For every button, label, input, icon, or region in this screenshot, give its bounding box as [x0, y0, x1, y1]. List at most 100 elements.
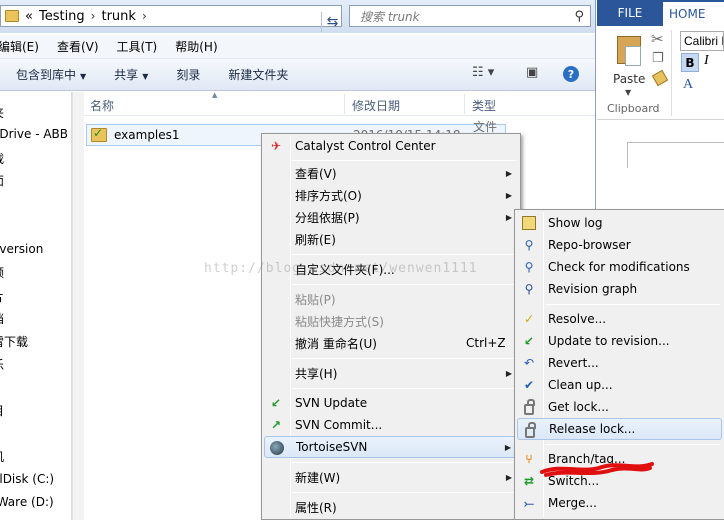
nav-item[interactable]: alDisk (C:): [0, 472, 54, 486]
menu-item-get-lock[interactable]: Get lock...: [517, 396, 722, 418]
menu-item-customize-folder[interactable]: 自定义文件夹(F)...: [264, 258, 518, 280]
menu-divider: [292, 492, 516, 493]
view-options-icon[interactable]: ☷ ▾: [472, 65, 494, 80]
menu-item-switch[interactable]: ⇄ Switch...: [517, 470, 722, 492]
menu-item-label: TortoiseSVN: [296, 440, 368, 454]
breadcrumb-separator[interactable]: ›: [142, 9, 147, 23]
menu-item-clean-up[interactable]: ✔ Clean up...: [517, 374, 722, 396]
format-painter-icon[interactable]: [651, 69, 669, 87]
breadcrumb-testing[interactable]: Testing: [39, 9, 85, 24]
menu-item-revert[interactable]: ↶ Revert...: [517, 352, 722, 374]
nav-scrollbar[interactable]: [72, 92, 84, 520]
menu-item-label: Check for modifications: [548, 260, 690, 274]
menu-divider: [292, 388, 516, 389]
menu-item-check-modifications[interactable]: ⚲ Check for modifications: [517, 256, 722, 278]
menu-item-refresh[interactable]: 刷新(E): [264, 228, 518, 250]
tab-file[interactable]: FILE: [597, 0, 663, 26]
bold-button[interactable]: B: [681, 53, 699, 72]
include-in-library-button[interactable]: 包含到库中 ▼: [16, 66, 86, 83]
svn-commit-icon: ↗: [270, 418, 282, 432]
menu-item-sort[interactable]: 排序方式(O) ▶: [264, 184, 518, 206]
nav-item[interactable]: 雷下载: [0, 333, 28, 350]
tortoisesvn-submenu: Show log ⚲ Repo-browser ⚲ Check for modi…: [514, 209, 724, 520]
menu-edit[interactable]: 编辑(E): [0, 38, 39, 55]
menu-item-merge[interactable]: ⤚ Merge...: [517, 492, 722, 514]
copy-icon[interactable]: ❐: [652, 51, 664, 66]
nav-item[interactable]: 载: [0, 150, 4, 167]
menu-item-share[interactable]: 共享(H) ▶: [264, 362, 518, 384]
nav-item[interactable]: 乐: [0, 356, 4, 373]
menu-item-tortoisesvn[interactable]: TortoiseSVN ▶: [264, 436, 518, 458]
menu-item-svn-commit[interactable]: ↗ SVN Commit...: [264, 414, 518, 436]
nav-item[interactable]: 档: [0, 310, 4, 327]
menu-item-label: Revert...: [548, 356, 599, 370]
menu-item-revision-graph[interactable]: ⚲ Revision graph: [517, 278, 722, 300]
italic-button[interactable]: I: [704, 53, 709, 69]
address-box[interactable]: « Testing › trunk › ⇆: [0, 5, 342, 32]
refresh-icon: ⇆: [326, 14, 339, 30]
menu-item-release-lock[interactable]: Release lock...: [517, 418, 722, 440]
column-divider[interactable]: [344, 94, 345, 114]
cut-icon[interactable]: ✂: [651, 30, 664, 48]
paper-icon: [625, 46, 641, 66]
menu-item-group[interactable]: 分组依据(P) ▶: [264, 206, 518, 228]
menu-item-repo-browser[interactable]: ⚲ Repo-browser: [517, 234, 722, 256]
menu-item-resolve[interactable]: ✓ Resolve...: [517, 308, 722, 330]
menu-item-label: SVN Update: [295, 396, 368, 410]
menu-item-show-log[interactable]: Show log: [517, 212, 722, 234]
column-name[interactable]: 名称: [90, 97, 114, 114]
menu-item-catalyst[interactable]: ✈ Catalyst Control Center: [264, 135, 518, 157]
branch-icon: ⑂: [525, 452, 533, 466]
nav-item[interactable]: 目: [0, 402, 4, 419]
menu-tools[interactable]: 工具(T): [117, 38, 158, 55]
paste-button[interactable]: Paste ▼: [611, 32, 651, 102]
search-icon[interactable]: ⚲: [574, 9, 584, 24]
menu-item-update-to-revision[interactable]: ↙ Update to revision...: [517, 330, 722, 352]
column-divider[interactable]: [464, 94, 465, 114]
help-icon[interactable]: ?: [563, 66, 579, 82]
share-button[interactable]: 共享 ▼: [114, 66, 148, 83]
preview-pane-icon[interactable]: ▣: [526, 65, 538, 80]
nav-item[interactable]: 频: [0, 264, 4, 281]
check-modifications-icon: ⚲: [524, 260, 534, 274]
nav-item[interactable]: tWare (D:): [0, 495, 54, 509]
nav-item[interactable]: 夹: [0, 104, 4, 121]
menu-item-paste-shortcut[interactable]: 粘贴快捷方式(S): [264, 310, 518, 332]
burn-button[interactable]: 刻录: [176, 66, 200, 83]
address-chevron[interactable]: «: [25, 9, 33, 24]
column-type[interactable]: 类型: [472, 97, 496, 114]
dropdown-arrow-icon: ▼: [80, 72, 87, 81]
search-input[interactable]: 搜索 trunk ⚲: [349, 5, 591, 27]
ribbon: Paste ▼ ✂ ❐ Clipboard Calibri L B I A: [597, 26, 724, 120]
nav-item[interactable]: 面: [0, 172, 4, 189]
nav-item[interactable]: oversion: [0, 242, 43, 256]
text-effects-button[interactable]: A: [683, 77, 693, 93]
breadcrumb-separator[interactable]: ›: [91, 9, 96, 23]
nav-item[interactable]: 机: [0, 448, 4, 465]
menu-view[interactable]: 查看(V): [57, 38, 99, 55]
breadcrumb-trunk[interactable]: trunk: [101, 9, 135, 24]
dropdown-arrow-icon: ▼: [625, 88, 632, 97]
column-date[interactable]: 修改日期: [352, 97, 400, 114]
menu-item-view[interactable]: 查看(V) ▶: [264, 162, 518, 184]
menu-help[interactable]: 帮助(H): [175, 38, 217, 55]
menu-item-label: 刷新(E): [295, 232, 336, 247]
font-name-field[interactable]: Calibri L: [680, 31, 724, 51]
menu-divider: [292, 160, 516, 161]
menu-item-svn-update[interactable]: ↙ SVN Update: [264, 392, 518, 414]
menu-item-undo-rename[interactable]: 撤消 重命名(U) Ctrl+Z: [264, 332, 518, 354]
group-divider: [671, 30, 672, 116]
new-folder-button[interactable]: 新建文件夹: [228, 66, 288, 83]
menu-item-new[interactable]: 新建(W) ▶: [264, 466, 518, 488]
tab-home[interactable]: HOME: [663, 2, 724, 26]
clipboard-group-label: Clipboard: [607, 102, 660, 115]
menu-item-paste[interactable]: 粘贴(P): [264, 288, 518, 310]
nav-item[interactable]: 片: [0, 288, 4, 305]
nav-item[interactable]: eDrive - ABB: [0, 127, 68, 141]
menu-item-branch-tag[interactable]: ⑂ Branch/tag...: [517, 448, 722, 470]
paste-label: Paste: [613, 72, 646, 86]
menu-item-properties[interactable]: 属性(R): [264, 496, 518, 518]
menu-item-label: 撤消 重命名(U): [295, 336, 377, 351]
menu-item-label: 共享(H): [295, 366, 338, 381]
refresh-button[interactable]: ⇆: [321, 12, 343, 32]
